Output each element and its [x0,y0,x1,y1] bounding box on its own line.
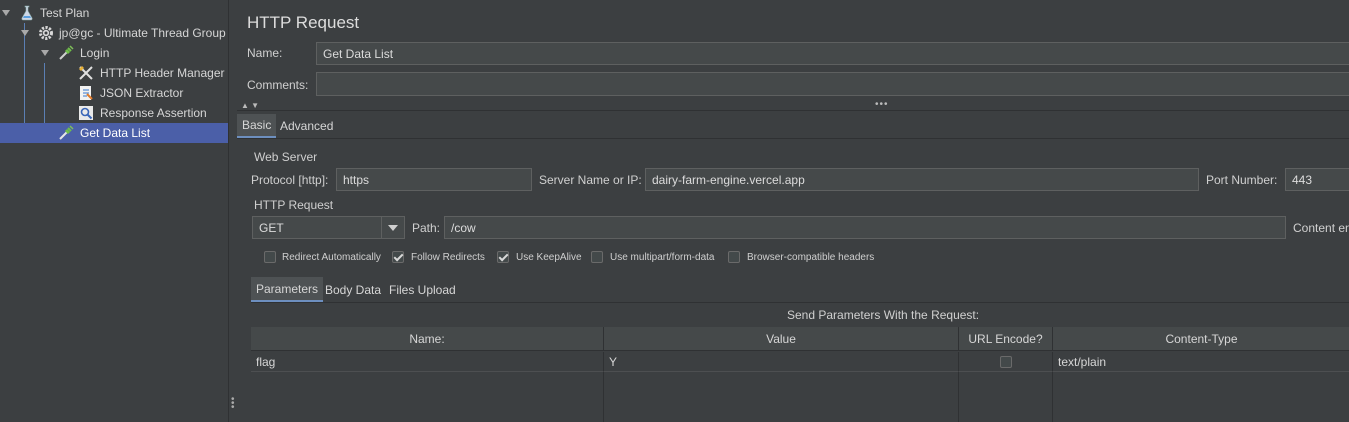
parameters-table[interactable]: Name: Value URL Encode? Content-Type fla… [251,327,1349,422]
protocol-field[interactable]: https [336,168,532,191]
expand-arrow-icon[interactable] [41,50,49,56]
use-multipart-label: Use multipart/form-data [610,252,715,263]
follow-redirects-label: Follow Redirects [411,252,485,263]
tree-item-label: HTTP Header Manager [100,66,225,80]
path-field[interactable]: /cow [444,216,1286,239]
drag-handle-icon[interactable]: ••• [875,99,889,110]
tab-body-data[interactable]: Body Data [320,277,386,302]
http-request-section-label: HTTP Request [254,198,334,212]
column-header-name[interactable]: Name: [251,327,604,351]
tree-item-label: Get Data List [80,126,151,140]
param-name-cell[interactable]: flag [251,352,604,372]
web-server-section-label: Web Server [254,150,318,164]
port-field[interactable]: 443 [1285,168,1349,191]
param-url-encode-cell[interactable] [959,352,1053,372]
use-multipart-checkbox[interactable] [591,251,603,263]
tree-item-label: Login [80,46,110,60]
tree-item-thread-group[interactable]: jp@gc - Ultimate Thread Group [0,23,228,43]
tree-item-label: jp@gc - Ultimate Thread Group [59,26,226,40]
tree-item-label: Response Assertion [100,106,207,120]
splitter-grip-icon[interactable]: • • • [231,395,235,413]
tree-item-test-plan[interactable]: Test Plan [0,3,228,23]
redirect-automatically-checkbox[interactable] [264,251,276,263]
tab-files-upload[interactable]: Files Upload [384,277,461,302]
tab-parameters[interactable]: Parameters [251,277,324,302]
server-name-label: Server Name or IP: [539,173,642,187]
tree-item-label: JSON Extractor [100,86,184,100]
tree-item-http-header-manager[interactable]: HTTP Header Manager [0,63,228,83]
browser-compatible-headers-label: Browser-compatible headers [747,252,875,263]
column-header-url-encode[interactable]: URL Encode? [959,327,1053,351]
json-extractor-icon [80,86,93,100]
use-keepalive-checkbox[interactable] [497,251,509,263]
expand-arrow-icon[interactable] [21,30,29,36]
http-request-panel: HTTP Request Name: Get Data List Comment… [237,0,1349,422]
use-keepalive-label: Use KeepAlive [516,252,582,263]
comments-label: Comments: [247,78,309,92]
browser-compatible-headers-checkbox[interactable] [728,251,740,263]
redirect-automatically-label: Redirect Automatically [282,252,381,263]
chevron-down-icon[interactable] [381,217,404,238]
gear-icon [39,26,53,40]
tree-item-label: Test Plan [40,6,90,20]
param-value-cell[interactable]: Y [604,352,959,372]
tree-item-response-assertion[interactable]: Response Assertion [0,103,228,123]
divider [251,302,1349,303]
panel-title: HTTP Request [247,13,360,32]
name-field[interactable]: Get Data List [316,42,1349,65]
comments-field[interactable] [316,72,1349,96]
tab-basic[interactable]: Basic [237,114,277,138]
follow-redirects-checkbox[interactable] [392,251,404,263]
column-header-content-type[interactable]: Content-Type [1053,327,1349,351]
test-plan-tree[interactable]: Test Plan jp@gc - Ultimate Thread Group … [0,0,228,422]
name-label: Name: [247,46,283,60]
tree-item-login[interactable]: Login [0,43,228,63]
divider [237,110,1349,111]
method-value: GET [259,220,284,235]
method-select[interactable]: GET [252,216,405,239]
collapse-arrows-icon[interactable]: ▲ ▼ [241,101,259,110]
tree-item-get-data-list[interactable]: Get Data List [0,123,228,143]
flask-icon [21,5,33,21]
magnifier-icon [79,106,93,120]
server-name-field[interactable]: dairy-farm-engine.vercel.app [645,168,1199,191]
expand-arrow-icon[interactable] [2,10,10,16]
divider [237,138,1349,139]
tree-item-json-extractor[interactable]: JSON Extractor [0,83,228,103]
protocol-label: Protocol [http]: [251,173,329,187]
path-label: Path: [412,221,441,235]
content-encoding-label: Content en [1293,221,1349,235]
param-content-type-cell[interactable]: text/plain [1053,352,1349,372]
pane-splitter[interactable]: • • • [228,0,237,422]
url-encode-checkbox[interactable] [999,355,1012,368]
pipette-icon [59,45,74,60]
parameters-caption: Send Parameters With the Request: [787,308,980,322]
column-header-value[interactable]: Value [604,327,959,351]
tab-advanced[interactable]: Advanced [275,114,338,138]
wrench-icon [79,66,93,80]
pipette-icon [59,125,74,140]
port-label: Port Number: [1206,173,1278,187]
